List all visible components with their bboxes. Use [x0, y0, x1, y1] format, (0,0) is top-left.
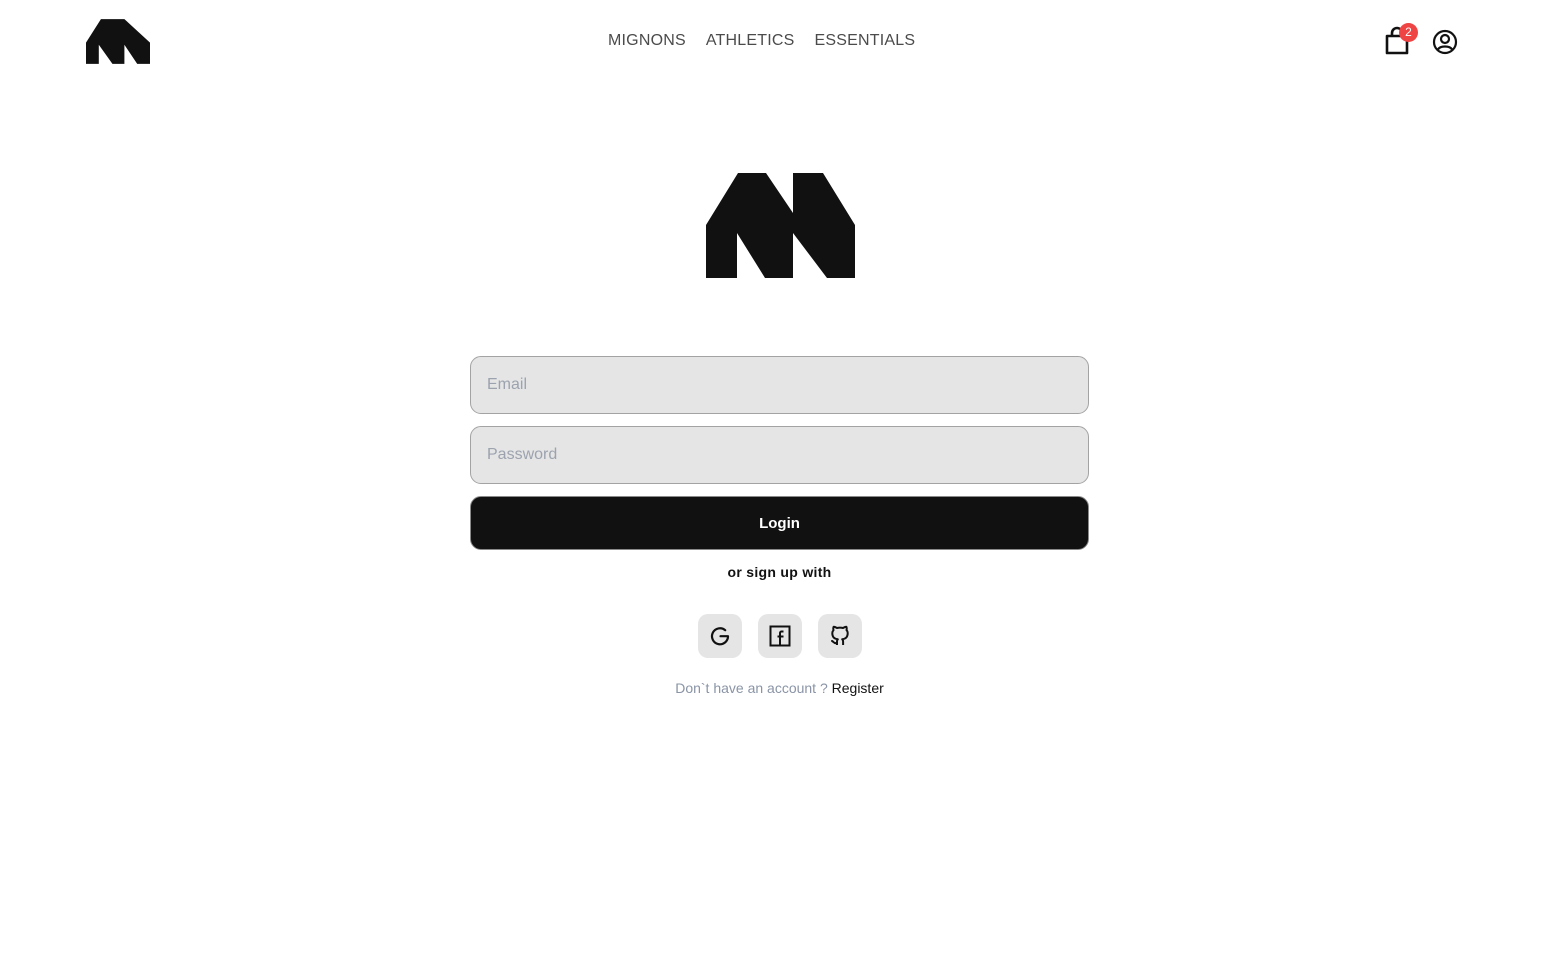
main-nav: MIGNONS ATHLETICS ESSENTIALS: [608, 31, 915, 51]
password-field[interactable]: [470, 426, 1089, 484]
login-page: MIGNONS ATHLETICS ESSENTIALS 2 Login or …: [0, 0, 1559, 975]
github-signup-button[interactable]: [818, 614, 862, 658]
brand-logo-large: [706, 173, 855, 278]
top-navbar: MIGNONS ATHLETICS ESSENTIALS 2: [0, 0, 1559, 84]
alt-signup-label: or sign up with: [727, 564, 832, 580]
cart-count-badge: 2: [1399, 23, 1418, 42]
nav-item-athletics[interactable]: ATHLETICS: [706, 31, 795, 51]
google-signup-button[interactable]: [698, 614, 742, 658]
nav-item-essentials[interactable]: ESSENTIALS: [815, 31, 916, 51]
no-account-text: Don`t have an account ?: [675, 680, 828, 696]
nav-item-mignons[interactable]: MIGNONS: [608, 31, 686, 51]
login-button[interactable]: Login: [470, 496, 1089, 550]
email-field[interactable]: [470, 356, 1089, 414]
github-icon: [831, 625, 849, 645]
facebook-icon: [769, 625, 791, 647]
user-circle-icon[interactable]: [1432, 29, 1458, 55]
register-prompt: Don`t have an account ? Register: [0, 680, 1559, 696]
google-icon: [710, 627, 730, 646]
register-link[interactable]: Register: [832, 680, 884, 696]
facebook-signup-button[interactable]: [758, 614, 802, 658]
brand-logo[interactable]: [86, 19, 150, 64]
